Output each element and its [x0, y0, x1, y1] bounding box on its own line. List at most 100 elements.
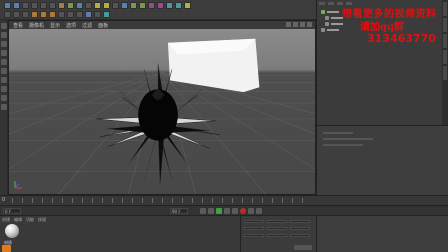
- object-type-icon: [325, 15, 329, 20]
- object-row[interactable]: [325, 15, 343, 20]
- rotation-b-field[interactable]: [290, 234, 310, 237]
- material-sphere-icon[interactable]: [5, 224, 19, 238]
- pen-icon[interactable]: [130, 2, 137, 9]
- polygons-mode-icon[interactable]: [49, 11, 56, 18]
- tool-icon[interactable]: [1, 95, 7, 101]
- coordinates-manager: [240, 215, 316, 252]
- array-icon[interactable]: [148, 2, 155, 9]
- viewport-menu-display[interactable]: 显示: [50, 22, 60, 29]
- light-icon[interactable]: [184, 2, 191, 9]
- pan-icon[interactable]: [286, 22, 291, 27]
- tool-icon[interactable]: [1, 68, 7, 74]
- apply-button[interactable]: [294, 245, 312, 250]
- viewport-menu-options[interactable]: 选项: [66, 22, 76, 29]
- size-z-field[interactable]: [267, 234, 287, 237]
- cube-icon[interactable]: [121, 2, 128, 9]
- subdivision-icon[interactable]: [139, 2, 146, 9]
- points-mode-icon[interactable]: [31, 11, 38, 18]
- object-row[interactable]: [321, 27, 339, 32]
- rotation-p-field[interactable]: [290, 227, 310, 230]
- rotate-icon[interactable]: [49, 2, 56, 9]
- position-y-field[interactable]: [244, 227, 264, 230]
- transport-bar: 0 F 90 F: [0, 205, 448, 215]
- floor-icon[interactable]: [166, 2, 173, 9]
- position-x-field[interactable]: [244, 220, 264, 223]
- timeline-ruler[interactable]: 0: [0, 195, 448, 205]
- axis-mode-icon[interactable]: [22, 11, 29, 18]
- uv-mode-icon[interactable]: [58, 11, 65, 18]
- orbit-icon[interactable]: [300, 22, 305, 27]
- object-row[interactable]: [321, 9, 339, 14]
- side-tab[interactable]: [443, 2, 447, 16]
- scale-icon[interactable]: [40, 2, 47, 9]
- lock-workplane-icon[interactable]: [103, 11, 110, 18]
- mm-menu-function[interactable]: 功能: [26, 217, 34, 223]
- render-settings-icon[interactable]: [112, 2, 119, 9]
- go-to-end-icon[interactable]: [232, 208, 238, 214]
- mm-menu-create[interactable]: 创建: [2, 217, 10, 223]
- viewport-menu-camera[interactable]: 摄像机: [29, 22, 44, 29]
- layout-icon[interactable]: [307, 22, 312, 27]
- quantize-icon[interactable]: [94, 11, 101, 18]
- tool-icon[interactable]: [1, 77, 7, 83]
- select-icon[interactable]: [22, 2, 29, 9]
- step-forward-icon[interactable]: [224, 208, 230, 214]
- playback-controls: [200, 208, 262, 214]
- render-picture-icon[interactable]: [103, 2, 110, 9]
- toolbar-row-1: [4, 2, 191, 9]
- side-tab[interactable]: [443, 34, 447, 48]
- side-tab[interactable]: [443, 18, 447, 32]
- step-back-icon[interactable]: [208, 208, 214, 214]
- edges-mode-icon[interactable]: [40, 11, 47, 18]
- deformer-icon[interactable]: [157, 2, 164, 9]
- camera-icon[interactable]: [175, 2, 182, 9]
- tool-icon[interactable]: [1, 104, 7, 110]
- y-axis-icon[interactable]: [67, 2, 74, 9]
- tool-icon[interactable]: [1, 41, 7, 47]
- viewport-menu-filter[interactable]: 过滤: [82, 22, 92, 29]
- zoom-icon[interactable]: [293, 22, 298, 27]
- attribute-manager: [316, 125, 448, 195]
- texture-mode-icon[interactable]: [13, 11, 20, 18]
- redo-icon[interactable]: [13, 2, 20, 9]
- z-axis-icon[interactable]: [76, 2, 83, 9]
- side-tab[interactable]: [443, 66, 447, 80]
- tool-icon[interactable]: [1, 86, 7, 92]
- viewport-menu-panel[interactable]: 面板: [98, 22, 108, 29]
- go-to-start-icon[interactable]: [200, 208, 206, 214]
- x-axis-icon[interactable]: [58, 2, 65, 9]
- side-tab[interactable]: [443, 50, 447, 64]
- viewport-menu-view[interactable]: 查看: [13, 22, 23, 29]
- om-menu-item[interactable]: [319, 2, 325, 5]
- tool-icon[interactable]: [1, 59, 7, 65]
- snap-icon[interactable]: [67, 11, 74, 18]
- tool-icon[interactable]: [1, 50, 7, 56]
- size-x-field[interactable]: [267, 220, 287, 223]
- move-icon[interactable]: [31, 2, 38, 9]
- render-view-icon[interactable]: [94, 2, 101, 9]
- end-frame-field[interactable]: 90 F: [170, 208, 188, 214]
- position-z-field[interactable]: [244, 234, 264, 237]
- coord-row-y: [244, 227, 310, 230]
- size-y-field[interactable]: [267, 227, 287, 230]
- keyframe-icon[interactable]: [248, 208, 254, 214]
- om-menu-item[interactable]: [328, 2, 334, 5]
- play-icon[interactable]: [216, 208, 222, 214]
- autokey-icon[interactable]: [256, 208, 262, 214]
- tool-icon[interactable]: [1, 32, 7, 38]
- mm-menu-edit[interactable]: 编辑: [14, 217, 22, 223]
- coord-system-icon[interactable]: [85, 2, 92, 9]
- object-row[interactable]: [325, 21, 343, 26]
- current-frame-field[interactable]: 0 F: [3, 208, 21, 214]
- undo-icon[interactable]: [4, 2, 11, 9]
- viewport-nav-icons: [286, 22, 312, 27]
- sculpt-icon[interactable]: [85, 11, 92, 18]
- perspective-viewport[interactable]: 查看 摄像机 显示 选项 过滤 面板: [8, 20, 316, 195]
- tool-icon[interactable]: [1, 23, 7, 29]
- mm-menu-texture[interactable]: 纹理: [38, 217, 46, 223]
- layer-panel: [316, 215, 448, 252]
- workplane-icon[interactable]: [76, 11, 83, 18]
- record-icon[interactable]: [240, 208, 246, 214]
- model-mode-icon[interactable]: [4, 11, 11, 18]
- rotation-h-field[interactable]: [290, 220, 310, 223]
